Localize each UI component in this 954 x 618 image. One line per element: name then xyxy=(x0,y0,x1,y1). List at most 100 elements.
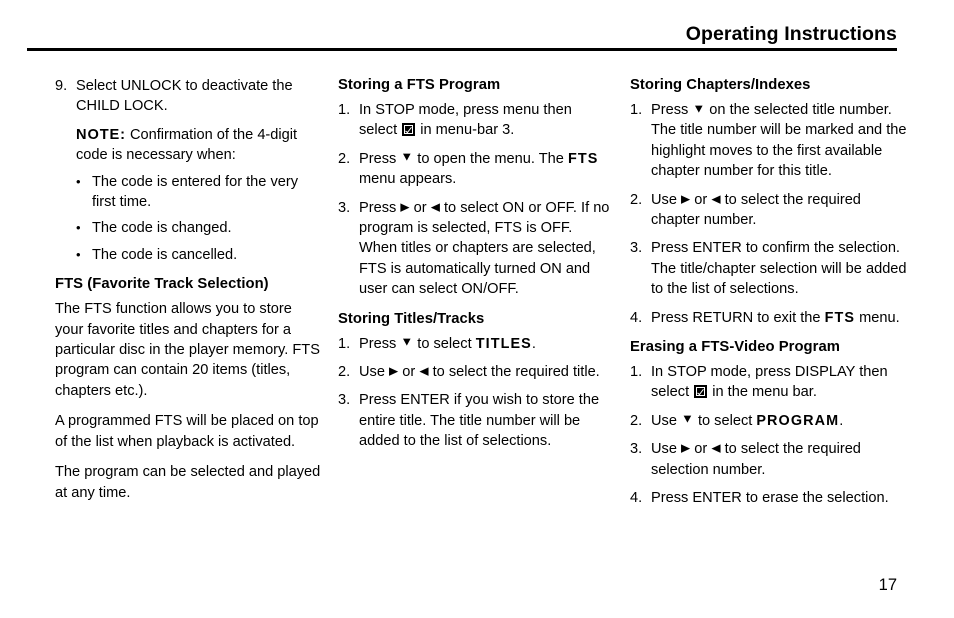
page-header: Operating Instructions xyxy=(27,22,897,52)
step-text-pre: Press xyxy=(359,150,401,167)
list-item: 2. Use ▶ or ◀ to select the required tit… xyxy=(338,362,610,382)
arrow-down-icon: ▼ xyxy=(681,411,694,426)
bullet-icon: • xyxy=(76,246,81,262)
section-heading-storing-chapters: Storing Chapters/Indexes xyxy=(630,77,811,93)
list-item: 3. Use ▶ or ◀ to select the required sel… xyxy=(630,439,908,480)
list-item: 4. Press RETURN to exit the FTS menu. xyxy=(630,308,908,328)
list-item-text: Press ENTER to erase the selection. xyxy=(651,490,889,507)
list-item-number: 2. xyxy=(338,364,351,381)
arrow-right-icon: ▶ xyxy=(681,192,691,206)
list-item-text: Use ▶ or ◀ to select the required select… xyxy=(651,439,908,480)
list-item-text: Press ▶ or ◀ to select ON or OFF. If no … xyxy=(359,198,610,300)
arrow-down-icon: ▼ xyxy=(400,149,414,164)
arrow-right-icon: ▶ xyxy=(400,200,410,214)
document-page: { "header": { "title": "Operating Instru… xyxy=(0,0,954,618)
page-number: 17 xyxy=(878,576,897,594)
step-text-post: . xyxy=(839,412,844,429)
section-heading-storing-titles: Storing Titles/Tracks xyxy=(338,310,485,327)
list-item: 2. Use ▶ or ◀ to select the required cha… xyxy=(630,190,908,231)
column-left: 9. Select UNLOCK to deactivate the CHILD… xyxy=(55,76,323,513)
note-block: NOTE: Confirmation of the 4-digit code i… xyxy=(76,125,323,166)
list-item: 3. Press ENTER if you wish to store the … xyxy=(338,390,610,451)
arrow-left-icon: ◀ xyxy=(419,364,429,378)
step-text-mid: to open the menu. The xyxy=(413,150,568,167)
header-divider xyxy=(27,48,897,51)
checkbox-checked-icon xyxy=(694,385,708,399)
list-item: 1. In STOP mode, press DISPLAY then sele… xyxy=(630,362,908,403)
column-right: Storing Chapters/Indexes 1. Press ▼ on t… xyxy=(630,76,908,517)
fts-paragraph-1: The FTS function allows you to store you… xyxy=(55,301,320,399)
step-text-post: menu appears. xyxy=(359,171,457,188)
list-item-number: 2. xyxy=(338,150,351,167)
arrow-left-icon: ◀ xyxy=(711,192,721,206)
list-item-text: Press ▼ on the selected title number. Th… xyxy=(651,100,908,182)
step-text-post: . xyxy=(531,335,536,352)
section-heading-storing-fts-program: Storing a FTS Program xyxy=(338,77,501,93)
list-item: 2. Press ▼ to open the menu. The FTS men… xyxy=(338,149,610,190)
list-item-text: Press ▼ to open the menu. The FTS menu a… xyxy=(359,149,610,190)
arrow-down-icon: ▼ xyxy=(400,334,414,349)
keyword-titles: TITLES xyxy=(475,335,532,352)
step-text-pre: Use xyxy=(651,441,682,458)
arrow-down-icon: ▼ xyxy=(692,101,706,115)
list-item-number: 4. xyxy=(630,490,643,507)
arrow-left-icon: ◀ xyxy=(430,200,440,214)
list-item-text: In STOP mode, press DISPLAY then select … xyxy=(651,362,908,403)
step-text-pre: Use xyxy=(651,412,682,429)
step-text-mid: or xyxy=(690,191,712,208)
list-item: 1. In STOP mode, press menu then select … xyxy=(338,100,610,141)
keyword-fts: FTS xyxy=(824,309,856,326)
step-text-pre: Press xyxy=(359,199,401,216)
list-item-text: The code is cancelled. xyxy=(92,246,238,263)
fts-paragraph-3: The program can be selected and played a… xyxy=(55,464,321,501)
step-text-mid: or xyxy=(398,364,420,381)
step-text-post: to select the required title. xyxy=(428,364,600,381)
step-text-mid: to select xyxy=(693,412,757,429)
list-item-text: Use ▼ to select PROGRAM. xyxy=(651,411,908,431)
arrow-left-icon: ◀ xyxy=(711,441,721,455)
fts-paragraph-2: A programmed FTS will be placed on top o… xyxy=(55,413,319,450)
bullet-icon: • xyxy=(76,173,81,189)
list-item-number: 3. xyxy=(630,240,643,257)
list-item: 1. Press ▼ on the selected title number.… xyxy=(630,100,908,182)
page-title: Operating Instructions xyxy=(685,23,897,45)
step-text-mid: to select xyxy=(413,335,476,352)
list-item-text: The code is changed. xyxy=(92,220,232,237)
list-item-text: Press RETURN to exit the FTS menu. xyxy=(651,308,908,328)
checkbox-checked-icon xyxy=(402,123,416,137)
list-item-number: 4. xyxy=(630,309,643,326)
list-item-number: 1. xyxy=(338,102,351,118)
list-item-text: Press ▼ to select TITLES. xyxy=(359,334,610,354)
list-item-number: 3. xyxy=(338,199,351,216)
list-item-number: 9. xyxy=(55,78,68,94)
list-item: 9. Select UNLOCK to deactivate the CHILD… xyxy=(55,76,323,117)
step-text-pre: Press xyxy=(359,335,401,352)
keyword-fts: FTS xyxy=(567,150,599,167)
note-label: NOTE: xyxy=(76,126,126,143)
list-item: 3. Press ENTER to confirm the selection.… xyxy=(630,238,908,299)
list-item-text: The code is entered for the very first t… xyxy=(92,173,299,211)
list-item-number: 2. xyxy=(630,191,643,208)
step-text-mid: or xyxy=(690,441,712,458)
list-item-text: Select UNLOCK to deactivate the CHILD LO… xyxy=(76,78,293,115)
list-item-number: 3. xyxy=(338,392,351,409)
step-text-pre: Press xyxy=(651,102,693,118)
list-item-text: Press ENTER to confirm the selection. Th… xyxy=(651,240,907,298)
column-middle: Storing a FTS Program 1. In STOP mode, p… xyxy=(338,76,610,460)
list-item-number: 1. xyxy=(630,364,643,381)
list-item-number: 2. xyxy=(630,412,643,429)
list-item: 4. Press ENTER to erase the selection. xyxy=(630,488,908,508)
section-heading-erasing-fts-video-program: Erasing a FTS-Video Program xyxy=(630,339,840,356)
list-item: • The code is entered for the very first… xyxy=(76,172,323,213)
step-text-post: menu. xyxy=(855,309,900,326)
step-text-post: in menu-bar 3. xyxy=(416,122,515,139)
step-text-pre: Press RETURN to exit the xyxy=(651,309,825,326)
list-item-number: 1. xyxy=(338,335,351,352)
step-text-pre: Use xyxy=(651,191,682,208)
list-item: 2. Use ▼ to select PROGRAM. xyxy=(630,411,908,431)
list-item-text: Press ENTER if you wish to store the ent… xyxy=(359,392,600,450)
step-text-pre: Use xyxy=(359,364,390,381)
bullet-icon: • xyxy=(76,220,81,236)
list-item: • The code is changed. xyxy=(76,218,323,238)
step-text-mid: or xyxy=(409,199,431,216)
